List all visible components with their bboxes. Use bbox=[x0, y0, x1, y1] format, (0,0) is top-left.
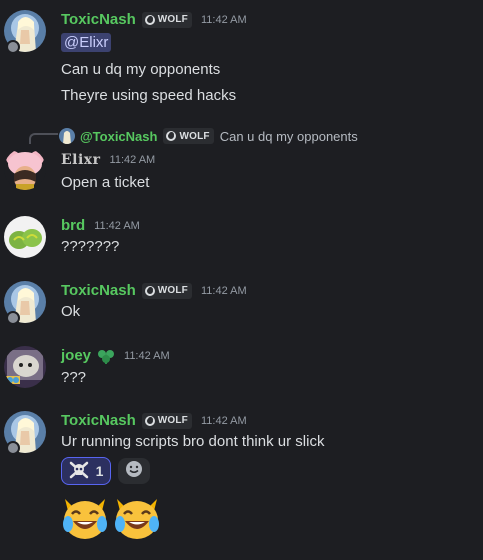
message-text: Theyre using speed hacks bbox=[61, 87, 237, 104]
username[interactable]: ToxicNash bbox=[61, 412, 136, 429]
message-mention-line: @Elixr bbox=[61, 33, 112, 52]
clover-role-icon bbox=[97, 348, 115, 364]
avatar-decoration-badge bbox=[6, 40, 20, 54]
username[interactable]: brd bbox=[61, 217, 85, 234]
username[interactable]: ToxicNash bbox=[61, 11, 136, 28]
avatar-decoration-badge bbox=[6, 441, 20, 455]
reply-author[interactable]: @ToxicNash bbox=[80, 129, 157, 144]
username[interactable]: joey bbox=[61, 347, 91, 364]
guild-tag[interactable]: WOLF bbox=[141, 11, 192, 28]
message-toxicnash-1: ToxicNash WOLF 11:42 AM @Elixr Can u dq … bbox=[0, 0, 483, 110]
message-header: joey 11:42 AM bbox=[61, 347, 170, 364]
avatar-decoration-badge bbox=[6, 311, 20, 325]
avatar-elixr[interactable] bbox=[4, 148, 46, 190]
guild-tag-icon bbox=[144, 14, 155, 25]
message-text: ??????? bbox=[61, 238, 120, 255]
reaction-skull-crossbones[interactable]: 1 bbox=[61, 457, 111, 485]
crying-laughing-cat-icon bbox=[111, 491, 163, 543]
message-text: Open a ticket bbox=[61, 174, 150, 191]
avatar-joey[interactable] bbox=[4, 346, 46, 388]
message-text: ??? bbox=[61, 369, 87, 386]
message-header: ToxicNash WOLF 11:42 AM bbox=[61, 282, 247, 299]
timestamp: 11:42 AM bbox=[124, 349, 170, 362]
guild-tag: WOLF bbox=[163, 128, 214, 144]
reply-preview[interactable]: @ToxicNash WOLF Can u dq my opponents bbox=[59, 128, 358, 144]
message-text: Can u dq my opponents bbox=[61, 61, 221, 78]
message-header: brd 11:42 AM bbox=[61, 217, 140, 234]
message-header: ToxicNash WOLF 11:42 AM bbox=[61, 412, 247, 429]
guild-tag[interactable]: WOLF bbox=[141, 282, 192, 299]
guild-tag-icon bbox=[166, 131, 177, 141]
smiley-icon bbox=[125, 460, 143, 482]
crying-laughing-cat-icon bbox=[59, 491, 111, 543]
username[interactable]: Elixr bbox=[61, 152, 101, 168]
skull-crossbones-icon bbox=[69, 461, 89, 482]
add-reaction-button[interactable] bbox=[118, 458, 150, 484]
reaction-count: 1 bbox=[95, 463, 104, 479]
reply-connector bbox=[29, 133, 58, 144]
timestamp: 11:42 AM bbox=[109, 154, 156, 166]
timestamp: 11:42 AM bbox=[200, 414, 247, 427]
message-header: ToxicNash WOLF 11:42 AM bbox=[61, 11, 247, 28]
avatar-brd[interactable] bbox=[4, 216, 46, 258]
message-header: Elixr 11:42 AM bbox=[61, 152, 155, 168]
guild-tag-icon bbox=[144, 415, 155, 426]
guild-tag-icon bbox=[144, 285, 155, 296]
message-text: Ur running scripts bro dont think ur sli… bbox=[61, 433, 325, 450]
message-text: Ok bbox=[61, 303, 81, 320]
username[interactable]: ToxicNash bbox=[61, 282, 136, 299]
guild-tag[interactable]: WOLF bbox=[141, 412, 192, 429]
reply-avatar bbox=[59, 128, 75, 144]
timestamp: 11:42 AM bbox=[200, 284, 247, 297]
timestamp: 11:42 AM bbox=[94, 219, 140, 232]
user-mention[interactable]: @Elixr bbox=[61, 33, 112, 52]
reply-text: Can u dq my opponents bbox=[219, 128, 358, 144]
timestamp: 11:42 AM bbox=[200, 13, 247, 26]
